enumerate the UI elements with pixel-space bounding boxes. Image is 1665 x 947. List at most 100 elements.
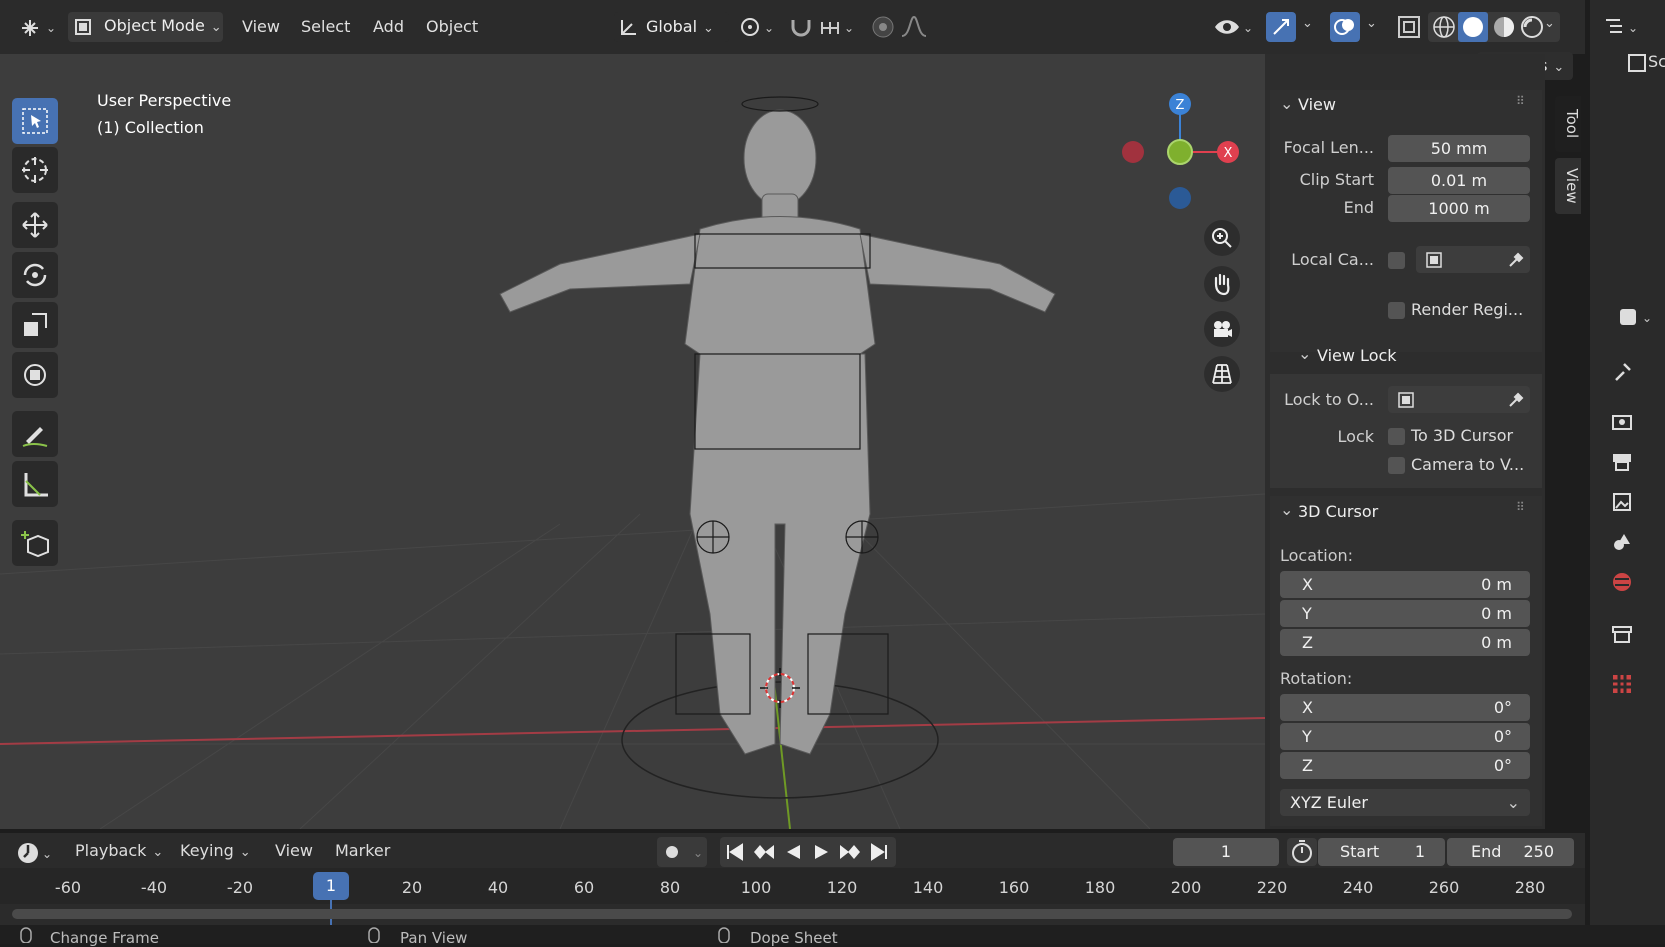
rotation-mode-dropdown[interactable]: XYZ Euler ⌄ (1280, 789, 1530, 816)
cursor-location-y-field[interactable]: Y 0 m (1280, 600, 1530, 627)
world-icon[interactable] (1610, 570, 1634, 594)
scale-tool[interactable] (12, 302, 58, 348)
marker-menu[interactable]: Marker (335, 841, 390, 860)
output-properties-icon[interactable] (1610, 450, 1634, 474)
cursor-section-header[interactable]: 3D Cursor (1298, 502, 1378, 521)
annotate-tool[interactable] (12, 411, 58, 457)
auto-keying-toggle[interactable]: ⌄ (657, 837, 707, 867)
lock-to-object-picker[interactable] (1388, 386, 1530, 413)
view-lock-collapse-icon[interactable]: ⌄ (1298, 344, 1311, 363)
gizmo-dropdown-caret[interactable]: ⌄ (1302, 16, 1313, 31)
play-reverse-icon[interactable] (782, 842, 804, 862)
view-layer-icon[interactable] (1610, 490, 1634, 514)
render-properties-icon[interactable] (1610, 410, 1634, 434)
overlays-dropdown-caret[interactable]: ⌄ (1366, 16, 1377, 31)
pivot-point-button[interactable]: ⌄ (738, 14, 778, 40)
jump-end-icon[interactable] (868, 842, 890, 862)
overlays-toggle[interactable] (1330, 12, 1360, 42)
snap-toggle[interactable] (788, 14, 814, 40)
menu-add[interactable]: Add (373, 12, 404, 42)
perspective-toggle-button[interactable] (1204, 356, 1240, 392)
move-tool[interactable] (12, 202, 58, 248)
cursor-rotation-z-field[interactable]: Z 0° (1280, 752, 1530, 779)
measure-tool[interactable] (12, 461, 58, 507)
local-camera-picker[interactable] (1416, 246, 1530, 273)
render-region-checkbox[interactable] (1388, 302, 1405, 319)
select-box-tool[interactable] (12, 98, 58, 144)
snap-target-button[interactable]: ⌄ (818, 14, 858, 40)
cursor-location-x-field[interactable]: X 0 m (1280, 571, 1530, 598)
gizmo-toggle[interactable] (1266, 12, 1296, 42)
eyedropper-icon[interactable] (1506, 250, 1526, 270)
orientation-dropdown[interactable]: Global (614, 12, 729, 42)
rotate-tool[interactable] (12, 252, 58, 298)
zoom-button[interactable] (1204, 220, 1240, 256)
local-camera-checkbox[interactable] (1388, 252, 1405, 269)
menu-select[interactable]: Select (301, 12, 350, 42)
keying-menu[interactable]: Keying (180, 841, 251, 860)
pan-button[interactable] (1204, 266, 1240, 302)
menu-object[interactable]: Object (426, 12, 478, 42)
cursor-collapse-icon[interactable]: ⌄ (1280, 500, 1293, 519)
cursor-rotation-x-field[interactable]: X 0° (1280, 694, 1530, 721)
add-cube-tool[interactable] (12, 520, 58, 566)
tab-tool[interactable]: Tool (1555, 96, 1581, 152)
playback-menu[interactable]: Playback (75, 841, 163, 860)
ruler-icon (24, 473, 48, 497)
properties-type-icon[interactable]: ⌄ (1616, 304, 1656, 330)
texture-icon[interactable] (1610, 672, 1634, 696)
cursor-tool[interactable] (12, 147, 58, 193)
lock-to-cursor-checkbox[interactable] (1388, 428, 1405, 445)
y-axis-dot[interactable] (1167, 139, 1193, 165)
timeline-view-menu[interactable]: View (275, 841, 313, 860)
frame-tick-label: 200 (1170, 878, 1202, 897)
view-collapse-icon[interactable]: ⌄ (1280, 94, 1293, 113)
view-section-header[interactable]: View (1298, 95, 1336, 114)
rendered-shading-icon[interactable] (1520, 15, 1544, 39)
lock-eyedropper-icon[interactable] (1506, 390, 1526, 410)
negative-x-axis-dot[interactable] (1122, 141, 1144, 163)
navigation-gizmo[interactable]: Z X (1110, 92, 1250, 222)
scene-icon (1628, 54, 1646, 72)
tool-settings-icon[interactable] (1610, 360, 1634, 384)
jump-start-icon[interactable] (724, 842, 746, 862)
mode-dropdown[interactable]: Object Mode (68, 12, 223, 42)
clip-start-field[interactable]: 0.01 m (1388, 167, 1530, 194)
collection-icon[interactable] (1610, 622, 1634, 646)
prev-keyframe-icon[interactable] (752, 842, 776, 862)
timeline-scrollbar[interactable] (12, 909, 1572, 919)
clip-end-field[interactable]: 1000 m (1388, 195, 1530, 222)
next-keyframe-icon[interactable] (838, 842, 862, 862)
transform-tool[interactable] (12, 352, 58, 398)
proportional-edit-toggle[interactable] (870, 14, 896, 40)
drag-handle-icon[interactable]: ⠿ (1516, 94, 1525, 108)
end-frame-field[interactable]: End 250 (1447, 838, 1574, 866)
view-lock-header[interactable]: View Lock (1317, 346, 1397, 365)
xray-toggle[interactable] (1396, 14, 1422, 40)
wireframe-shading-icon[interactable] (1432, 15, 1456, 39)
shading-dropdown-caret[interactable]: ⌄ (1544, 16, 1555, 31)
tab-view[interactable]: View (1555, 158, 1581, 214)
material-shading-icon[interactable] (1492, 15, 1516, 39)
3d-viewport[interactable]: User Perspective (1) Collection Z X (0, 54, 1265, 829)
editor-type-icon: ⌄ (22, 20, 56, 36)
start-frame-field[interactable]: Start 1 (1318, 838, 1445, 866)
play-icon[interactable] (810, 842, 832, 862)
camera-view-button[interactable] (1204, 311, 1240, 347)
current-frame-field[interactable]: 1 (1173, 838, 1279, 866)
scene-properties-icon[interactable] (1610, 530, 1634, 554)
menu-view[interactable]: View (242, 12, 280, 42)
negative-z-axis-dot[interactable] (1169, 187, 1191, 209)
preview-range-toggle[interactable] (1287, 838, 1317, 866)
visibility-button[interactable]: ⌄ (1213, 14, 1255, 40)
editor-type-button[interactable]: ⌄ (16, 14, 58, 42)
focal-length-field[interactable]: 50 mm (1388, 135, 1530, 162)
cursor-rotation-y-field[interactable]: Y 0° (1280, 723, 1530, 750)
camera-to-view-checkbox[interactable] (1388, 457, 1405, 474)
cursor-location-z-field[interactable]: Z 0 m (1280, 629, 1530, 656)
solid-shading-button[interactable] (1458, 12, 1488, 42)
timeline-editor-type-button[interactable]: ⌄ (16, 840, 54, 866)
cursor-drag-handle-icon[interactable]: ⠿ (1516, 500, 1525, 514)
falloff-button[interactable] (900, 14, 940, 40)
outliner-type-icon[interactable]: ⌄ (1602, 14, 1642, 40)
